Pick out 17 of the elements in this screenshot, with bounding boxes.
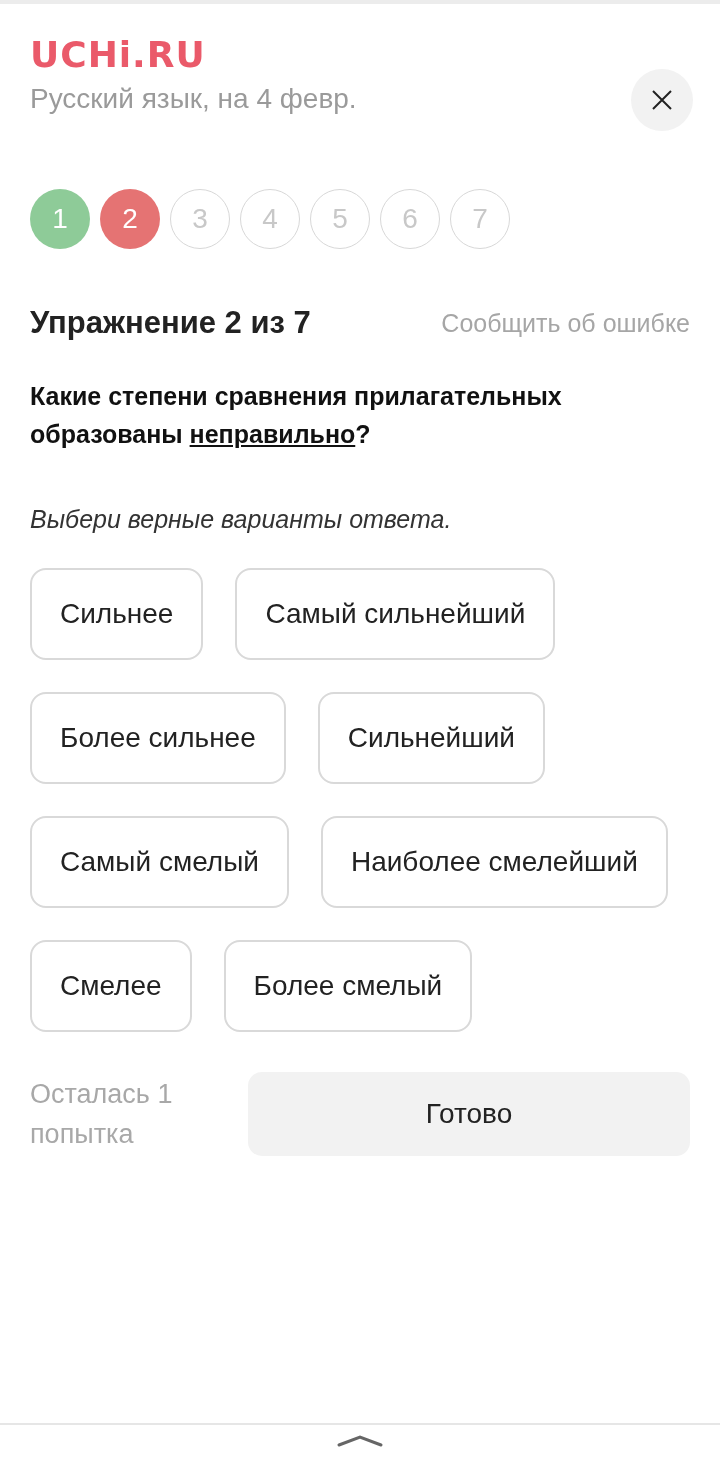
logo: UCHi.RU [30, 34, 207, 75]
question-text: Какие степени сравнения прилагательных образованы неправильно? [30, 381, 563, 450]
chevron-up-icon[interactable] [337, 1435, 383, 1447]
lesson-subtitle: Русский язык, на 4 февр. [30, 83, 357, 115]
instruction-text: Выбери верные варианты ответа. [30, 505, 453, 534]
answer-option[interactable]: Более смелый [223, 940, 473, 1032]
close-icon [650, 88, 674, 112]
answer-option[interactable]: Более сильнее [30, 692, 286, 784]
exercise-title: Упражнение 2 из 7 [30, 305, 311, 341]
answer-option[interactable]: Наиболее смелейший [320, 816, 668, 908]
answer-option[interactable]: Сильнейший [317, 692, 545, 784]
answer-option[interactable]: Самый смелый [30, 816, 289, 908]
attempts-text: Осталась 1 попытка [30, 1078, 174, 1151]
submit-button[interactable]: Готово [248, 1072, 690, 1156]
answer-option[interactable]: Самый сильнейший [235, 568, 556, 660]
answer-option[interactable]: Смелее [30, 940, 192, 1032]
answer-option[interactable]: Сильнее [30, 568, 204, 660]
